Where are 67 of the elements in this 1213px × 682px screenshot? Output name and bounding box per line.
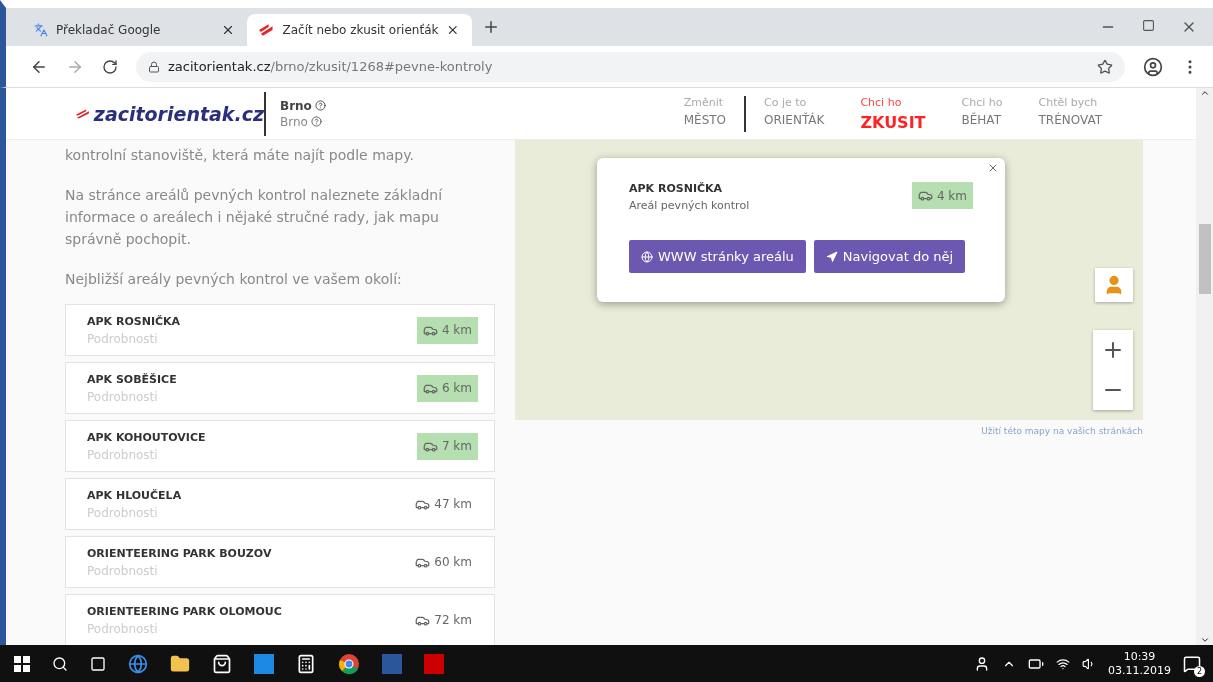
clock-time: 10:39 xyxy=(1123,649,1156,664)
task-view-icon[interactable] xyxy=(90,655,106,672)
scroll-up-icon[interactable] xyxy=(1199,88,1210,98)
browser-tab[interactable]: Začít nebo zkusit orienťák xyxy=(247,14,472,46)
distance-label: 72 km xyxy=(409,606,478,634)
close-icon[interactable] xyxy=(446,23,460,37)
area-name: APK HLOUČELA xyxy=(87,488,183,502)
wifi-icon[interactable] xyxy=(1056,656,1070,671)
logo-icon xyxy=(259,24,275,36)
logo-text: zacitorientak.cz xyxy=(93,102,264,125)
nav-link[interactable]: Chci ho BĚHAT xyxy=(943,95,1021,132)
reload-icon[interactable] xyxy=(102,58,118,75)
map-placeholder[interactable]: APK ROSNIČKA Areál pevných kontrol 4 km WWW stránky areálu Navigovat do něj xyxy=(515,140,1143,420)
area-subtitle: Areál pevných kontrol xyxy=(629,199,751,212)
paragraph: Nejbližší areály pevných kontrol ve vašem okolí: xyxy=(65,270,403,289)
map-usage-link[interactable]: Užití této mapy na vašich stránkách xyxy=(981,426,1143,436)
paragraph: kontrolní stanoviště, která máte najít podle mapy. xyxy=(65,146,415,165)
tab-title: Začít nebo zkusit orienťák xyxy=(282,23,439,37)
nav-link[interactable]: Co je to ORIENŤÁK xyxy=(746,95,843,132)
navigate-button[interactable]: Navigovat do něj xyxy=(813,240,966,273)
calculator-icon[interactable] xyxy=(296,653,316,674)
distance-badge: 4 km xyxy=(911,182,973,209)
close-icon[interactable] xyxy=(987,162,999,174)
globe-icon xyxy=(641,250,653,263)
distance-label: 47 km xyxy=(409,490,478,518)
close-icon[interactable] xyxy=(221,23,235,37)
navigation-arrow-icon xyxy=(825,250,838,263)
distance-badge: 4 km xyxy=(416,316,478,344)
address-bar[interactable]: zacitorientak.cz/brno/zkusit/1268#pevne-kontroly xyxy=(136,51,1125,82)
translate-icon xyxy=(34,23,48,37)
notification-icon[interactable] xyxy=(1183,654,1201,673)
store-icon[interactable] xyxy=(212,653,232,674)
lock-icon xyxy=(148,60,160,73)
nav-link[interactable]: Chtěl bych TRÉNOVAT xyxy=(1020,95,1120,132)
area-name: APK SOBĚŠICE xyxy=(87,372,178,386)
search-icon[interactable] xyxy=(52,655,68,672)
new-tab-icon[interactable] xyxy=(482,18,500,36)
website-button[interactable]: WWW stránky areálu xyxy=(629,240,806,273)
bookmark-icon[interactable] xyxy=(1097,58,1113,75)
maximize-icon[interactable] xyxy=(1142,19,1155,32)
url-text: zacitorientak.cz/brno/zkusit/1268#pevne-kontroly xyxy=(168,59,493,74)
paragraph: Na stránce areálů pevných kontrol naleznete základní informace o areálech i nějaké stručné rady, jak mapu správně pochopit. xyxy=(65,186,444,249)
area-name: ORIENTEERING PARK OLOMOUC xyxy=(87,604,283,618)
browser-tab[interactable]: Překladač Google xyxy=(22,14,247,46)
city-name: Brno xyxy=(280,98,326,113)
windows-logo-icon[interactable] xyxy=(14,655,30,672)
area-name: ORIENTEERING PARK BOUZOV xyxy=(87,546,273,560)
profile-icon[interactable] xyxy=(1143,56,1163,77)
tab-title: Překladač Google xyxy=(56,23,162,37)
clock-date: 03.11.2019 xyxy=(1108,663,1171,678)
help-icon[interactable] xyxy=(314,100,326,111)
chrome-icon[interactable] xyxy=(338,652,360,675)
scroll-thumb[interactable] xyxy=(1198,224,1211,294)
area-name: APK KOHOUTOVICE xyxy=(87,430,207,444)
nav-link[interactable]: Chci ho ZKUSIT xyxy=(842,95,944,132)
help-icon[interactable] xyxy=(310,116,322,127)
people-icon[interactable] xyxy=(974,655,990,672)
folder-icon[interactable] xyxy=(170,653,190,674)
distance-label: 60 km xyxy=(409,548,478,576)
nav-link[interactable]: Změnit MĚSTO xyxy=(665,95,747,132)
scroll-down-icon[interactable] xyxy=(1199,635,1210,645)
notification-count: 2 xyxy=(1194,665,1205,677)
area-name: APK ROSNIČKA xyxy=(87,314,182,328)
distance-badge: 7 km xyxy=(416,432,478,460)
city-subtitle: Brno xyxy=(280,114,326,129)
area-name: APK ROSNIČKA xyxy=(629,182,724,195)
distance-badge: 6 km xyxy=(416,374,478,402)
